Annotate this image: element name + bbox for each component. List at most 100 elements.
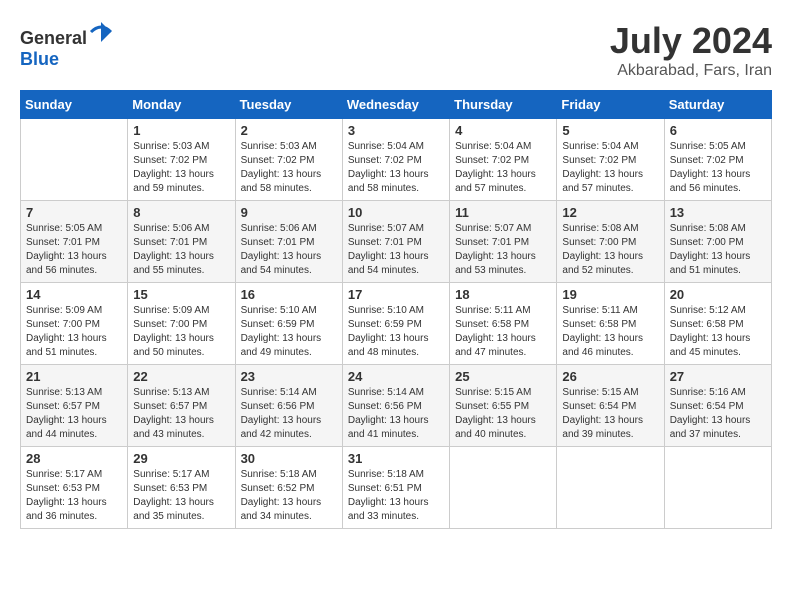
day-number: 16 [241,287,337,302]
header-day-monday: Monday [128,91,235,119]
day-info: Sunrise: 5:15 AMSunset: 6:54 PMDaylight:… [562,386,658,442]
day-info: Sunrise: 5:06 AMSunset: 7:01 PMDaylight:… [241,222,337,278]
day-number: 3 [348,123,444,138]
header-day-wednesday: Wednesday [342,91,449,119]
calendar-cell: 18 Sunrise: 5:11 AMSunset: 6:58 PMDayligh… [450,283,557,365]
title-block: July 2024 Akbarabad, Fars, Iran [610,20,772,80]
header-day-sunday: Sunday [21,91,128,119]
calendar-cell: 15 Sunrise: 5:09 AMSunset: 7:00 PMDayligh… [128,283,235,365]
day-number: 23 [241,369,337,384]
day-info: Sunrise: 5:09 AMSunset: 7:00 PMDaylight:… [26,304,122,360]
calendar-cell [21,119,128,201]
day-number: 28 [26,451,122,466]
day-number: 24 [348,369,444,384]
day-number: 4 [455,123,551,138]
day-info: Sunrise: 5:09 AMSunset: 7:00 PMDaylight:… [133,304,229,360]
day-info: Sunrise: 5:11 AMSunset: 6:58 PMDaylight:… [562,304,658,360]
calendar-table: SundayMondayTuesdayWednesdayThursdayFrid… [20,90,772,529]
day-number: 10 [348,205,444,220]
day-info: Sunrise: 5:13 AMSunset: 6:57 PMDaylight:… [26,386,122,442]
calendar-cell: 5 Sunrise: 5:04 AMSunset: 7:02 PMDaylight… [557,119,664,201]
day-number: 31 [348,451,444,466]
logo-blue: Blue [20,49,59,69]
day-number: 14 [26,287,122,302]
day-number: 2 [241,123,337,138]
day-info: Sunrise: 5:18 AMSunset: 6:52 PMDaylight:… [241,468,337,524]
week-row-2: 14 Sunrise: 5:09 AMSunset: 7:00 PMDayligh… [21,283,772,365]
day-number: 21 [26,369,122,384]
day-number: 6 [670,123,766,138]
day-info: Sunrise: 5:07 AMSunset: 7:01 PMDaylight:… [455,222,551,278]
day-info: Sunrise: 5:05 AMSunset: 7:01 PMDaylight:… [26,222,122,278]
calendar-cell: 30 Sunrise: 5:18 AMSunset: 6:52 PMDayligh… [235,447,342,529]
calendar-cell: 13 Sunrise: 5:08 AMSunset: 7:00 PMDayligh… [664,201,771,283]
day-number: 19 [562,287,658,302]
day-number: 13 [670,205,766,220]
calendar-cell: 19 Sunrise: 5:11 AMSunset: 6:58 PMDayligh… [557,283,664,365]
day-number: 9 [241,205,337,220]
day-number: 25 [455,369,551,384]
page-header: General Blue July 2024 Akbarabad, Fars, … [20,20,772,80]
logo-text: General Blue [20,20,113,70]
calendar-cell: 9 Sunrise: 5:06 AMSunset: 7:01 PMDaylight… [235,201,342,283]
calendar-cell: 28 Sunrise: 5:17 AMSunset: 6:53 PMDayligh… [21,447,128,529]
week-row-0: 1 Sunrise: 5:03 AMSunset: 7:02 PMDaylight… [21,119,772,201]
day-number: 29 [133,451,229,466]
day-info: Sunrise: 5:16 AMSunset: 6:54 PMDaylight:… [670,386,766,442]
calendar-cell: 20 Sunrise: 5:12 AMSunset: 6:58 PMDayligh… [664,283,771,365]
day-info: Sunrise: 5:17 AMSunset: 6:53 PMDaylight:… [133,468,229,524]
day-info: Sunrise: 5:12 AMSunset: 6:58 PMDaylight:… [670,304,766,360]
header-day-friday: Friday [557,91,664,119]
calendar-cell: 16 Sunrise: 5:10 AMSunset: 6:59 PMDayligh… [235,283,342,365]
calendar-cell: 26 Sunrise: 5:15 AMSunset: 6:54 PMDayligh… [557,365,664,447]
logo-general: General [20,28,87,48]
calendar-cell: 1 Sunrise: 5:03 AMSunset: 7:02 PMDaylight… [128,119,235,201]
calendar-cell: 8 Sunrise: 5:06 AMSunset: 7:01 PMDaylight… [128,201,235,283]
header-day-thursday: Thursday [450,91,557,119]
calendar-cell: 22Sunrise: 5:13 AMSunset: 6:57 PMDayligh… [128,365,235,447]
day-number: 17 [348,287,444,302]
day-number: 1 [133,123,229,138]
week-row-4: 28 Sunrise: 5:17 AMSunset: 6:53 PMDayligh… [21,447,772,529]
day-number: 5 [562,123,658,138]
day-info: Sunrise: 5:10 AMSunset: 6:59 PMDaylight:… [241,304,337,360]
calendar-cell: 14 Sunrise: 5:09 AMSunset: 7:00 PMDayligh… [21,283,128,365]
day-number: 26 [562,369,658,384]
day-info: Sunrise: 5:07 AMSunset: 7:01 PMDaylight:… [348,222,444,278]
day-info: Sunrise: 5:04 AMSunset: 7:02 PMDaylight:… [455,140,551,196]
day-info: Sunrise: 5:11 AMSunset: 6:58 PMDaylight:… [455,304,551,360]
calendar-cell: 25Sunrise: 5:15 AMSunset: 6:55 PMDayligh… [450,365,557,447]
day-number: 22 [133,369,229,384]
day-info: Sunrise: 5:18 AMSunset: 6:51 PMDaylight:… [348,468,444,524]
month-title: July 2024 [610,20,772,62]
calendar-cell: 7 Sunrise: 5:05 AMSunset: 7:01 PMDaylight… [21,201,128,283]
day-number: 7 [26,205,122,220]
logo-icon [89,20,113,44]
day-info: Sunrise: 5:06 AMSunset: 7:01 PMDaylight:… [133,222,229,278]
day-info: Sunrise: 5:08 AMSunset: 7:00 PMDaylight:… [562,222,658,278]
day-info: Sunrise: 5:04 AMSunset: 7:02 PMDaylight:… [348,140,444,196]
header-day-saturday: Saturday [664,91,771,119]
day-number: 15 [133,287,229,302]
calendar-cell: 21 Sunrise: 5:13 AMSunset: 6:57 PMDayligh… [21,365,128,447]
calendar-cell: 24Sunrise: 5:14 AMSunset: 6:56 PMDayligh… [342,365,449,447]
day-info: Sunrise: 5:08 AMSunset: 7:00 PMDaylight:… [670,222,766,278]
day-number: 8 [133,205,229,220]
calendar-cell [664,447,771,529]
week-row-3: 21 Sunrise: 5:13 AMSunset: 6:57 PMDayligh… [21,365,772,447]
calendar-cell: 4 Sunrise: 5:04 AMSunset: 7:02 PMDaylight… [450,119,557,201]
day-number: 27 [670,369,766,384]
calendar-cell: 3 Sunrise: 5:04 AMSunset: 7:02 PMDaylight… [342,119,449,201]
day-info: Sunrise: 5:04 AMSunset: 7:02 PMDaylight:… [562,140,658,196]
calendar-cell: 23Sunrise: 5:14 AMSunset: 6:56 PMDayligh… [235,365,342,447]
calendar-cell: 10 Sunrise: 5:07 AMSunset: 7:01 PMDayligh… [342,201,449,283]
day-info: Sunrise: 5:17 AMSunset: 6:53 PMDaylight:… [26,468,122,524]
day-info: Sunrise: 5:05 AMSunset: 7:02 PMDaylight:… [670,140,766,196]
calendar-cell: 27 Sunrise: 5:16 AMSunset: 6:54 PMDayligh… [664,365,771,447]
calendar-body: 1 Sunrise: 5:03 AMSunset: 7:02 PMDaylight… [21,119,772,529]
calendar-cell [557,447,664,529]
day-number: 20 [670,287,766,302]
day-info: Sunrise: 5:03 AMSunset: 7:02 PMDaylight:… [133,140,229,196]
day-number: 30 [241,451,337,466]
day-number: 18 [455,287,551,302]
